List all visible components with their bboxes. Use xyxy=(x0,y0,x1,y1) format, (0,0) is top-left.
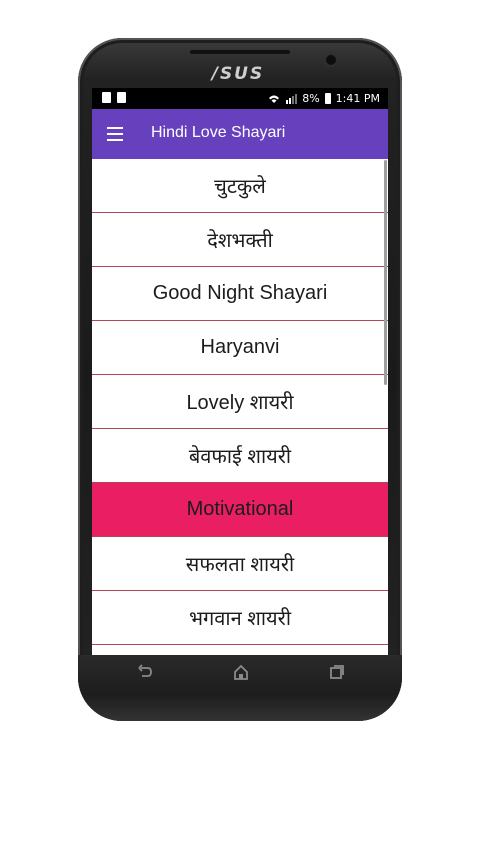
list-item[interactable]: सफलता शायरी xyxy=(92,537,388,591)
battery-icon xyxy=(324,93,331,104)
list-item-selected[interactable]: Motivational xyxy=(92,483,388,537)
phone-screen: 8% 1:41 PM Hindi Love Shayari चुटकुले दे… xyxy=(92,88,388,658)
list-item[interactable]: चुटकुले xyxy=(92,159,388,213)
list-item[interactable]: Good Night Shayari xyxy=(92,267,388,321)
battery-percent: 8% xyxy=(302,92,320,105)
list-item[interactable]: Haryanvi xyxy=(92,321,388,375)
list-item[interactable]: भगवान शायरी xyxy=(92,591,388,645)
notification-icon xyxy=(102,92,111,103)
status-time: 1:41 PM xyxy=(335,92,380,105)
wifi-icon xyxy=(269,95,280,103)
status-bar: 8% 1:41 PM xyxy=(92,88,388,109)
recent-apps-icon[interactable] xyxy=(328,662,346,682)
app-title: Hindi Love Shayari xyxy=(151,124,286,141)
phone-speaker xyxy=(190,50,290,54)
home-icon[interactable] xyxy=(232,662,250,682)
back-icon[interactable] xyxy=(136,662,154,682)
list-scrollbar[interactable] xyxy=(384,160,387,385)
signal-icon xyxy=(286,94,298,104)
phone-camera xyxy=(326,55,336,65)
status-right: 8% 1:41 PM xyxy=(268,92,380,105)
status-left-icons xyxy=(102,92,126,103)
list-item[interactable]: देशभक्ती xyxy=(92,213,388,267)
menu-icon[interactable] xyxy=(107,127,123,141)
image-notification-icon xyxy=(117,92,126,103)
device-brand-logo: /SUS xyxy=(211,64,265,84)
category-list: चुटकुले देशभक्ती Good Night Shayari Hary… xyxy=(92,159,388,645)
list-item[interactable]: बेवफाई शायरी xyxy=(92,429,388,483)
list-item[interactable]: Lovely शायरी xyxy=(92,375,388,429)
app-toolbar: Hindi Love Shayari xyxy=(92,109,388,159)
